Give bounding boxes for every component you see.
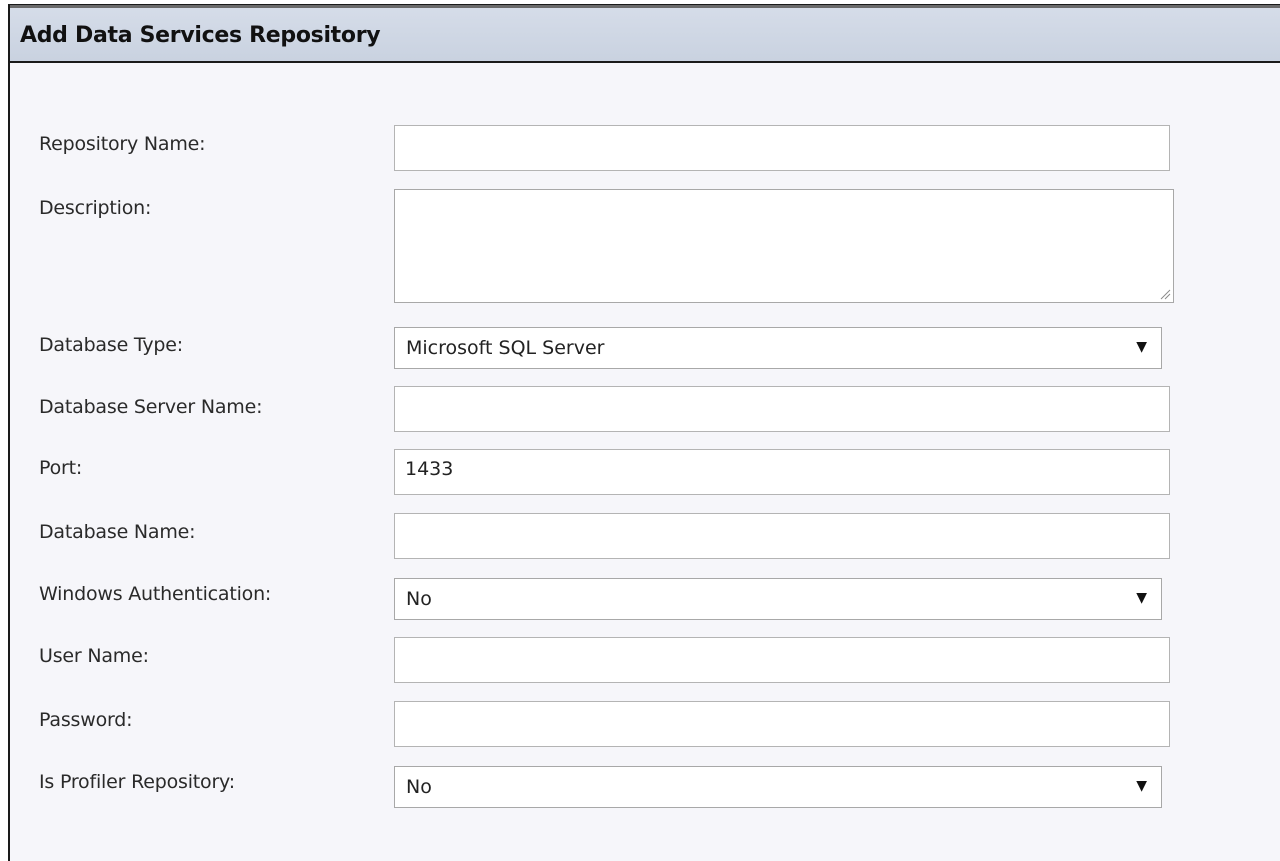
dialog-title: Add Data Services Repository <box>20 23 381 48</box>
database-type-value: Microsoft SQL Server <box>406 337 605 359</box>
password-label: Password: <box>39 709 133 731</box>
is-profiler-repository-label: Is Profiler Repository: <box>39 771 235 793</box>
dialog-title-bar: Add Data Services Repository <box>10 5 1280 63</box>
windows-authentication-value: No <box>406 588 432 610</box>
repository-name-input[interactable] <box>394 125 1170 171</box>
description-textarea[interactable] <box>394 189 1174 303</box>
is-profiler-repository-value: No <box>406 776 432 798</box>
user-name-label: User Name: <box>39 645 149 667</box>
is-profiler-repository-select[interactable]: No ▼ <box>394 766 1162 808</box>
database-name-input[interactable] <box>394 513 1170 559</box>
chevron-down-icon: ▼ <box>1136 778 1147 794</box>
windows-authentication-select[interactable]: No ▼ <box>394 578 1162 620</box>
database-server-name-label: Database Server Name: <box>39 396 263 418</box>
password-input[interactable] <box>394 701 1170 747</box>
port-input[interactable]: 1433 <box>394 449 1170 495</box>
database-type-label: Database Type: <box>39 334 183 356</box>
chevron-down-icon: ▼ <box>1136 339 1147 355</box>
user-name-input[interactable] <box>394 637 1170 683</box>
title-bar-top-border <box>10 5 1280 8</box>
resize-grip-icon[interactable] <box>1159 288 1171 300</box>
windows-authentication-label: Windows Authentication: <box>39 583 272 605</box>
add-repository-dialog: Add Data Services Repository Repository … <box>8 4 1280 861</box>
database-type-select[interactable]: Microsoft SQL Server ▼ <box>394 327 1162 369</box>
description-label: Description: <box>39 197 152 219</box>
chevron-down-icon: ▼ <box>1136 590 1147 606</box>
repository-name-label: Repository Name: <box>39 133 206 155</box>
database-name-label: Database Name: <box>39 521 196 543</box>
database-server-name-input[interactable] <box>394 386 1170 432</box>
port-label: Port: <box>39 457 83 479</box>
